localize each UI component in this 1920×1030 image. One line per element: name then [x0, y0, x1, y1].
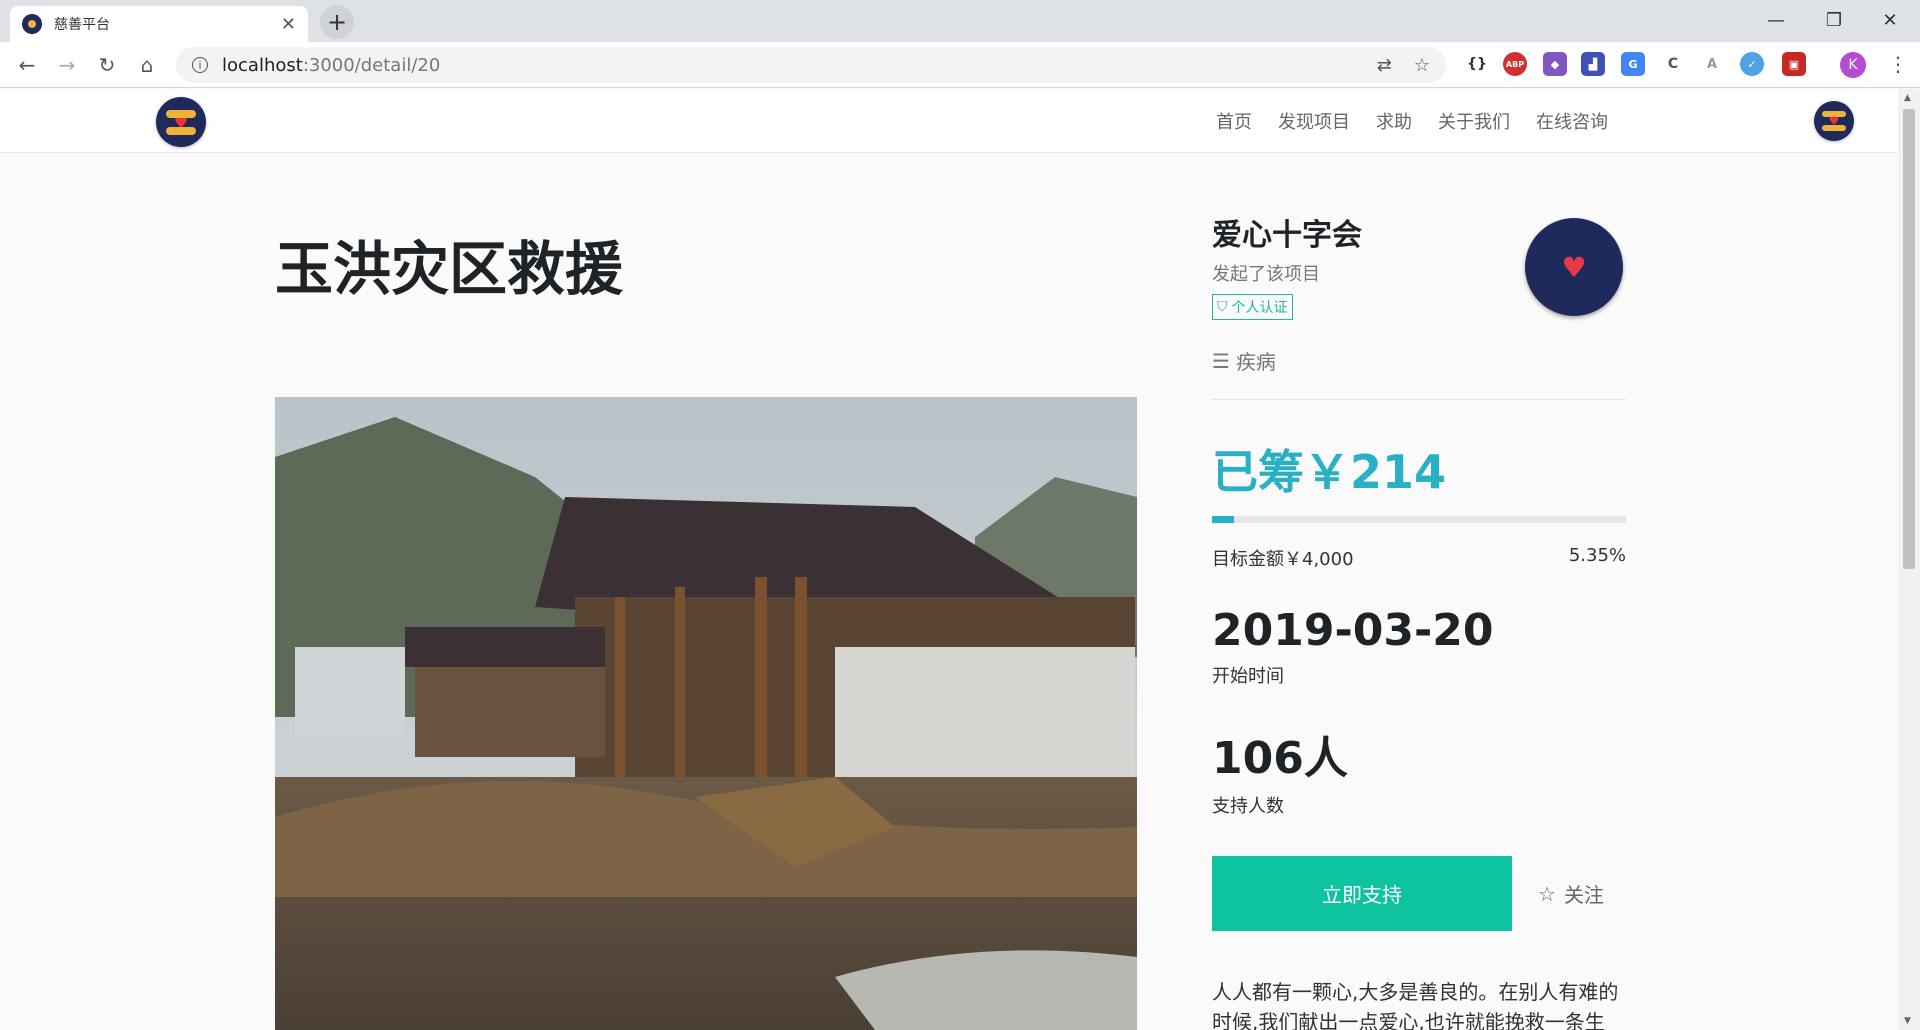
action-row: 立即支持 ☆ 关注: [1212, 856, 1626, 931]
restore-button[interactable]: ❐: [1806, 0, 1862, 40]
minimize-button[interactable]: —: [1748, 0, 1804, 40]
follow-button[interactable]: ☆ 关注: [1538, 879, 1604, 908]
nav-about[interactable]: 关于我们: [1438, 108, 1510, 134]
profile-avatar[interactable]: K: [1840, 52, 1866, 78]
reload-button[interactable]: ↻: [92, 50, 122, 80]
divider: [1212, 399, 1626, 400]
scroll-up-icon[interactable]: ▲: [1904, 93, 1911, 103]
project-category: ☰ 疾病: [1212, 348, 1276, 375]
cube-extension-icon[interactable]: ◆: [1543, 52, 1567, 76]
forward-button[interactable]: →: [52, 50, 82, 80]
nav-home[interactable]: 首页: [1216, 108, 1252, 134]
list-icon: ☰: [1212, 348, 1230, 373]
funding-progress-fill: [1212, 516, 1235, 523]
tab-close-icon[interactable]: ✕: [281, 14, 296, 35]
heart-hands-icon: ♥: [1561, 250, 1587, 284]
goal-amount: 目标金额￥4,000: [1212, 549, 1354, 570]
browser-menu-icon[interactable]: ⋮: [1888, 52, 1908, 76]
disaster-house-illustration: [275, 397, 1137, 1030]
verification-badge: ⛉ 个人认证: [1212, 294, 1293, 320]
page-scrollbar[interactable]: ▲ ▼: [1898, 89, 1920, 1030]
project-title: 玉洪灾区救援: [275, 235, 624, 303]
raised-amount: 已筹￥214: [1212, 445, 1447, 499]
close-window-button[interactable]: ✕: [1862, 0, 1918, 40]
address-bar[interactable]: i localhost:3000/detail/20 ⇄ ☆: [176, 47, 1446, 83]
check-extension-icon[interactable]: ✓: [1740, 52, 1764, 76]
funding-progress-bar: [1212, 516, 1626, 523]
support-now-button[interactable]: 立即支持: [1212, 856, 1512, 931]
organizer-avatar[interactable]: ♥: [1525, 218, 1623, 316]
bookmark-star-icon[interactable]: ☆: [1414, 55, 1430, 76]
site-header: ♥ 首页 发现项目 求助 关于我们 在线咨询 ♥: [0, 89, 1898, 153]
scroll-down-icon[interactable]: ▼: [1904, 1016, 1911, 1026]
main-nav: 首页 发现项目 求助 关于我们 在线咨询: [1216, 89, 1608, 153]
project-description: 人人都有一颗心,大多是善良的。在别人有难的时候,我们献出一点爱心,也许就能挽救一…: [1212, 980, 1619, 1030]
url-text: localhost:3000/detail/20: [222, 54, 441, 76]
nav-consult[interactable]: 在线咨询: [1536, 108, 1608, 134]
favicon-icon: [22, 14, 42, 34]
chart-extension-icon[interactable]: ▟: [1581, 52, 1605, 76]
translate-icon[interactable]: ⇄: [1377, 55, 1392, 76]
site-info-icon[interactable]: i: [192, 57, 208, 73]
star-icon: ☆: [1538, 881, 1556, 906]
start-date: 2019-03-20: [1212, 605, 1494, 656]
goal-row: 目标金额￥4,000 5.35%: [1212, 545, 1626, 571]
a-extension-icon[interactable]: A: [1700, 52, 1724, 76]
site-logo[interactable]: ♥: [156, 97, 206, 147]
browser-tabbar: 慈善平台 ✕ + — ❐ ✕: [0, 0, 1920, 42]
back-button[interactable]: ←: [12, 50, 42, 80]
shield-icon: ⛉: [1217, 299, 1228, 315]
json-extension-icon[interactable]: {}: [1465, 52, 1489, 76]
adblock-extension-icon[interactable]: ABP: [1503, 52, 1527, 76]
project-image: [275, 397, 1137, 1030]
project-sidebar: 爱心十字会 发起了该项目 ⛉ 个人认证 ♥ ☰ 疾病 已筹￥214 目标金额￥4…: [1212, 210, 1626, 1030]
new-tab-button[interactable]: +: [320, 5, 354, 39]
scroll-thumb[interactable]: [1903, 109, 1915, 569]
home-button[interactable]: ⌂: [132, 50, 162, 80]
nav-discover[interactable]: 发现项目: [1278, 108, 1350, 134]
c-extension-icon[interactable]: C: [1661, 52, 1685, 76]
browser-toolbar: ← → ↻ ⌂ i localhost:3000/detail/20 ⇄ ☆ {…: [0, 42, 1920, 88]
supporter-count: 106人: [1212, 733, 1348, 784]
user-avatar[interactable]: ♥: [1814, 101, 1854, 141]
google-translate-extension-icon[interactable]: G: [1621, 52, 1645, 76]
grid-extension-icon[interactable]: ▣: [1782, 52, 1806, 76]
browser-tab[interactable]: 慈善平台 ✕: [10, 6, 308, 42]
tab-title: 慈善平台: [54, 17, 110, 33]
supporter-count-label: 支持人数: [1212, 796, 1284, 817]
start-date-label: 开始时间: [1212, 666, 1284, 687]
funding-percent: 5.35%: [1568, 545, 1626, 566]
nav-help[interactable]: 求助: [1376, 108, 1412, 134]
